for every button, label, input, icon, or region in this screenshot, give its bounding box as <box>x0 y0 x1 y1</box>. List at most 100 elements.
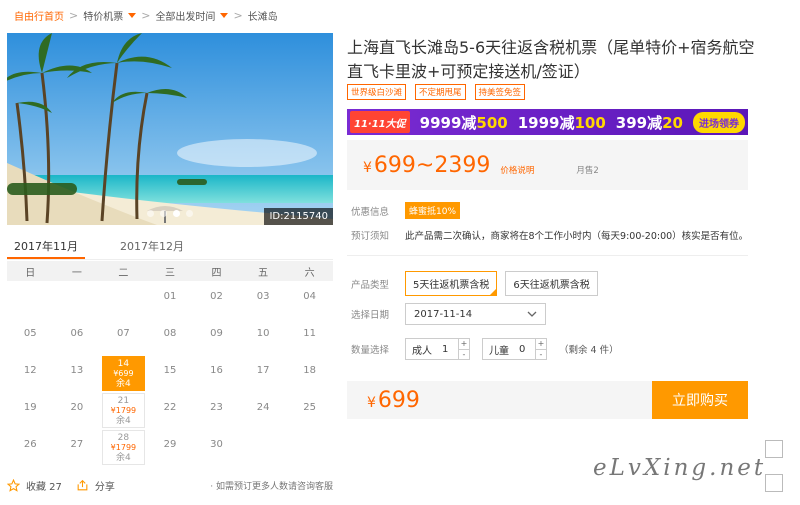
calendar-day: 25 <box>303 402 317 413</box>
calendar-day: 04 <box>303 291 317 302</box>
breadcrumb-departure-dropdown[interactable]: 全部出发时间 <box>155 8 229 23</box>
share-icon <box>77 479 88 490</box>
calendar-day: 23 <box>210 402 223 413</box>
product-type-option-selected[interactable]: 5天往返机票含税 <box>405 271 498 296</box>
calendar-day: 22 <box>163 402 177 413</box>
weekday: 二 <box>118 267 129 279</box>
calendar-day: 05 <box>23 328 37 339</box>
calendar-day-available[interactable]: 28 ¥1799 余4 <box>100 429 147 466</box>
calendar-day: 27 <box>70 439 84 450</box>
promo-deal: 9999减500 <box>419 113 508 132</box>
child-quantity-stepper[interactable]: 儿童 0 + - <box>482 338 547 360</box>
adult-quantity-stepper[interactable]: 成人 1 + - <box>405 338 470 360</box>
day-price: ¥699 <box>113 368 134 378</box>
day-stock: 余4 <box>116 452 131 463</box>
calendar-day: 29 <box>163 439 177 450</box>
day-price: ¥1799 <box>110 442 137 452</box>
calendar-day-selected[interactable]: 14 ¥699 余4 <box>102 356 145 391</box>
calendar-day-box[interactable]: 28 ¥1799 余4 <box>102 430 145 465</box>
decrement-button[interactable]: - <box>536 349 546 359</box>
day-price: ¥1799 <box>110 405 137 415</box>
breadcrumb-separator: > <box>233 8 243 22</box>
total-price: ¥699 <box>367 387 420 413</box>
increment-button[interactable]: + <box>459 339 469 349</box>
beach-image <box>7 33 333 225</box>
product-type-option[interactable]: 6天往返机票含税 <box>505 271 598 296</box>
date-row: 选择日期 2017-11-14 <box>351 303 546 325</box>
price-description-link[interactable]: 价格说明 <box>500 164 534 176</box>
quantity-row: 数量选择 成人 1 + - 儿童 0 + - （剩余 4 件） <box>351 338 619 360</box>
product-photo[interactable]: ID:2115740 <box>7 33 333 225</box>
stepper-buttons: + - <box>535 339 546 359</box>
notice-row: 预订须知 此产品需二次确认，商家将在8个工作小时内（每天9:00-20:00）核… <box>351 228 748 242</box>
calendar-day-available[interactable]: 14 ¥699 余4 <box>100 355 147 392</box>
discount-row: 优惠信息 蜂蜜抵10% <box>351 202 461 219</box>
breadcrumb-home-link[interactable]: 自由行首页 <box>14 8 64 23</box>
weekday: 六 <box>304 267 315 279</box>
calendar-day: 15 <box>163 365 177 376</box>
decrement-button[interactable]: - <box>459 349 469 359</box>
calendar-day: 10 <box>256 328 270 339</box>
child-value[interactable]: 0 <box>519 344 535 355</box>
adult-label: 成人 <box>412 345 432 357</box>
claim-coupon-button[interactable]: 进场领券 <box>693 111 745 133</box>
weekday: 一 <box>71 267 82 279</box>
discount-badge: 蜂蜜抵10% <box>405 202 461 219</box>
calendar-day: 20 <box>70 402 84 413</box>
buy-bar: ¥699 立即购买 <box>347 381 748 419</box>
qr-code-icon[interactable] <box>765 474 783 492</box>
calendar-day: 09 <box>210 328 223 339</box>
quantity-label: 数量选择 <box>351 345 390 356</box>
edit-icon[interactable] <box>765 440 783 458</box>
child-label: 儿童 <box>489 345 509 357</box>
tab-month-dec[interactable]: 2017年12月 <box>113 232 191 259</box>
calendar-day-available[interactable]: 21 ¥1799 余4 <box>100 392 147 429</box>
weekday: 五 <box>258 267 269 279</box>
calendar-day: 30 <box>210 439 223 450</box>
calendar-day <box>286 429 333 466</box>
carousel-dot[interactable] <box>186 210 193 217</box>
calendar-day: 17 <box>256 365 270 376</box>
product-type-label: 产品类型 <box>351 279 390 291</box>
favorite-button[interactable]: 收藏 27 <box>7 478 62 493</box>
tab-month-nov[interactable]: 2017年11月 <box>7 232 85 259</box>
remaining-stock: （剩余 4 件） <box>559 345 619 356</box>
calendar-day <box>240 429 287 466</box>
carousel-dot-active[interactable] <box>173 210 180 217</box>
breadcrumb-separator: > <box>141 8 151 22</box>
monthly-sales: 月售2 <box>576 166 599 176</box>
day-stock: 余4 <box>116 378 131 389</box>
promo-banner[interactable]: 11·11大促 9999减500 1999减100 399减20 进场领券 <box>347 109 748 135</box>
chevron-down-icon <box>128 12 137 18</box>
carousel-dot[interactable] <box>160 210 167 217</box>
breadcrumb-category-dropdown[interactable]: 特价机票 <box>83 8 137 23</box>
carousel-dot[interactable] <box>147 210 154 217</box>
chevron-down-icon <box>527 311 537 317</box>
buy-now-button[interactable]: 立即购买 <box>652 381 748 419</box>
adult-value[interactable]: 1 <box>442 344 458 355</box>
date-select[interactable]: 2017-11-14 <box>405 303 546 325</box>
weekday-header: 日 一 二 三 四 五 六 <box>7 261 333 281</box>
side-icons <box>765 440 783 492</box>
calendar-grid: 01 02 03 04 05 06 07 08 09 10 11 12 13 1… <box>7 281 333 466</box>
promo-deal: 1999减100 <box>517 113 606 132</box>
share-button[interactable]: 分享 <box>76 478 115 493</box>
breadcrumb-separator: > <box>69 8 79 22</box>
calendar-day: 26 <box>23 439 37 450</box>
date-label: 选择日期 <box>351 310 390 321</box>
calendar-day: 24 <box>256 402 270 413</box>
date-value: 2017-11-14 <box>414 308 473 320</box>
increment-button[interactable]: + <box>536 339 546 349</box>
product-tag: 世界级白沙滩 <box>347 84 407 100</box>
calendar-day: 07 <box>117 328 130 339</box>
product-tag: 持美签免签 <box>474 84 526 100</box>
breadcrumb-category-label: 特价机票 <box>83 11 124 23</box>
day-number: 28 <box>117 432 130 443</box>
calendar-day-box[interactable]: 21 ¥1799 余4 <box>102 393 145 428</box>
carousel-dots <box>147 210 193 217</box>
breadcrumb: 自由行首页 > 特价机票 > 全部出发时间 > 长滩岛 <box>14 6 278 24</box>
breadcrumb-departure-label: 全部出发时间 <box>155 11 216 23</box>
day-stock: 余4 <box>116 415 131 426</box>
weekday: 三 <box>164 267 175 279</box>
chevron-down-icon <box>220 12 229 18</box>
